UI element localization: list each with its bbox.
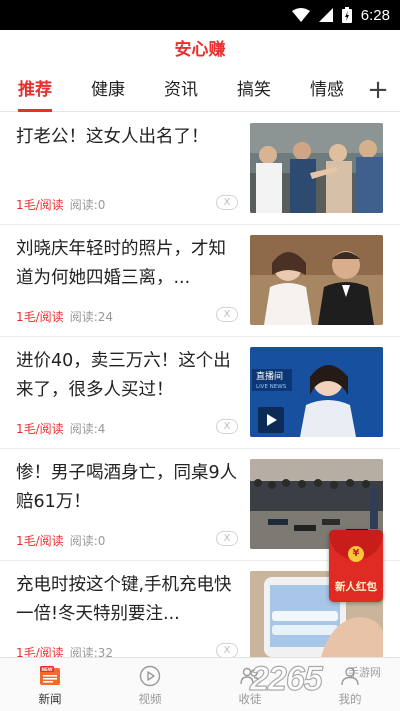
- news-meta: 1毛/阅读 阅读:0: [16, 532, 105, 549]
- news-meta: 1毛/阅读 阅读:24: [16, 308, 113, 325]
- users-icon: [240, 667, 261, 685]
- cellular-icon: [318, 8, 333, 22]
- news-meta: 1毛/阅读 阅读:4: [16, 420, 105, 437]
- news-title: 刘晓庆年轻时的照片，才知道为何她四婚三离，...: [16, 239, 226, 288]
- tab-label: 健康: [91, 80, 125, 100]
- tab-label: 资讯: [164, 80, 198, 100]
- dismiss-button[interactable]: X: [216, 419, 238, 434]
- news-item[interactable]: 进价40，卖三万六！这个出来了，很多人买过！ 1毛/阅读 阅读:4 X 直播间 L…: [0, 337, 400, 449]
- read-count: 阅读:0: [69, 534, 106, 548]
- news-title: 打老公！这女人出名了！: [16, 127, 209, 147]
- nav-video[interactable]: 视频: [100, 658, 200, 711]
- tab-emotion[interactable]: 情感: [310, 70, 344, 112]
- coin-icon: ¥: [348, 546, 364, 562]
- read-count: 阅读:4: [69, 422, 106, 436]
- nav-apprentice[interactable]: 收徒: [200, 658, 300, 711]
- tab-health[interactable]: 健康: [91, 70, 125, 112]
- dismiss-button[interactable]: X: [216, 195, 238, 210]
- tab-funny[interactable]: 搞笑: [237, 70, 271, 112]
- tab-news[interactable]: 资讯: [164, 70, 198, 112]
- newspaper-icon: NEW: [40, 666, 60, 685]
- user-icon: [341, 667, 359, 686]
- tab-label: 情感: [310, 80, 344, 100]
- tab-label: 推荐: [18, 80, 52, 100]
- news-title: 进价40，卖三万六！这个出来了，很多人买过！: [16, 351, 231, 400]
- news-meta: 1毛/阅读 阅读:0: [16, 196, 105, 213]
- nav-label: 视频: [138, 692, 162, 706]
- news-item[interactable]: 刘晓庆年轻时的照片，才知道为何她四婚三离，... 1毛/阅读 阅读:24 X: [0, 225, 400, 337]
- reward-rate: 1毛/阅读: [16, 310, 64, 324]
- dismiss-button[interactable]: X: [216, 307, 238, 322]
- app-title: 安心赚: [174, 40, 226, 60]
- read-count: 阅读:0: [69, 198, 106, 212]
- nav-me[interactable]: 我的: [300, 658, 400, 711]
- tab-active-indicator: [18, 109, 52, 112]
- tab-label: 搞笑: [237, 80, 271, 100]
- nav-news[interactable]: NEW 新闻: [0, 658, 100, 711]
- play-circle-icon: [139, 665, 161, 687]
- dismiss-button[interactable]: X: [216, 531, 238, 546]
- nav-label: 我的: [338, 692, 362, 706]
- add-tab-button[interactable]: +: [364, 75, 392, 105]
- status-bar: 6:28: [0, 0, 400, 30]
- reward-rate: 1毛/阅读: [16, 198, 64, 212]
- battery-icon: [341, 7, 352, 23]
- new-user-red-packet-button[interactable]: ¥ 新人红包: [329, 530, 383, 602]
- status-time: 6:28: [360, 6, 390, 24]
- tab-recommend[interactable]: 推荐: [18, 70, 52, 112]
- news-title: 惨！男子喝酒身亡，同桌9人赔61万！: [16, 463, 238, 512]
- read-count: 阅读:24: [69, 310, 114, 324]
- bottom-nav: NEW 新闻 视频 收徒 我的: [0, 657, 400, 711]
- channel-text: 直播间: [256, 370, 283, 382]
- live-news-text: LIVE NEWS: [256, 384, 287, 390]
- wifi-icon: [291, 8, 310, 22]
- news-item[interactable]: 打老公！这女人出名了！ 1毛/阅读 阅读:0 X: [0, 113, 400, 225]
- new-badge: NEW: [42, 667, 53, 672]
- reward-rate: 1毛/阅读: [16, 534, 64, 548]
- news-thumbnail: [250, 235, 383, 325]
- reward-rate: 1毛/阅读: [16, 422, 64, 436]
- nav-label: 收徒: [238, 692, 262, 706]
- status-icons: 6:28: [291, 0, 390, 30]
- news-title: 充电时按这个键,手机充电快一倍!冬天特别要注...: [16, 575, 232, 624]
- play-icon[interactable]: [258, 407, 284, 433]
- news-thumbnail: 直播间 LIVE NEWS: [250, 347, 383, 437]
- nav-label: 新闻: [38, 692, 62, 706]
- category-tab-bar: 推荐 健康 资讯 搞笑 情感 +: [0, 70, 400, 112]
- red-packet-label: 新人红包: [335, 581, 377, 593]
- dismiss-button[interactable]: X: [216, 643, 238, 658]
- news-thumbnail: [250, 123, 383, 213]
